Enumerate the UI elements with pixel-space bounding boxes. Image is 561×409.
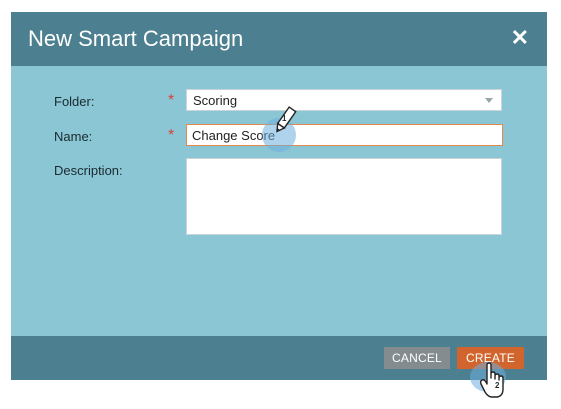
step-2-badge: 2 bbox=[495, 381, 500, 390]
description-field[interactable] bbox=[186, 158, 502, 235]
dialog-header: New Smart Campaign ✕ bbox=[11, 12, 547, 66]
folder-label: Folder: bbox=[54, 94, 95, 109]
name-field[interactable] bbox=[186, 124, 503, 146]
new-smart-campaign-dialog: New Smart Campaign ✕ Folder: * Scoring N… bbox=[11, 12, 547, 380]
name-required-mark: * bbox=[168, 127, 175, 144]
dialog-footer: CANCEL CREATE bbox=[11, 336, 547, 380]
hand-pointer-icon bbox=[479, 362, 504, 398]
description-label: Description: bbox=[54, 163, 123, 178]
dialog-title: New Smart Campaign bbox=[28, 26, 244, 51]
close-icon[interactable]: ✕ bbox=[511, 25, 529, 51]
cancel-button[interactable]: CANCEL bbox=[384, 347, 450, 369]
folder-select[interactable]: Scoring bbox=[186, 89, 502, 111]
chevron-down-icon bbox=[485, 98, 493, 103]
name-label: Name: bbox=[54, 129, 93, 144]
folder-select-value: Scoring bbox=[193, 93, 238, 108]
folder-required-mark: * bbox=[168, 92, 175, 109]
step-1-badge: 1 bbox=[282, 114, 287, 123]
